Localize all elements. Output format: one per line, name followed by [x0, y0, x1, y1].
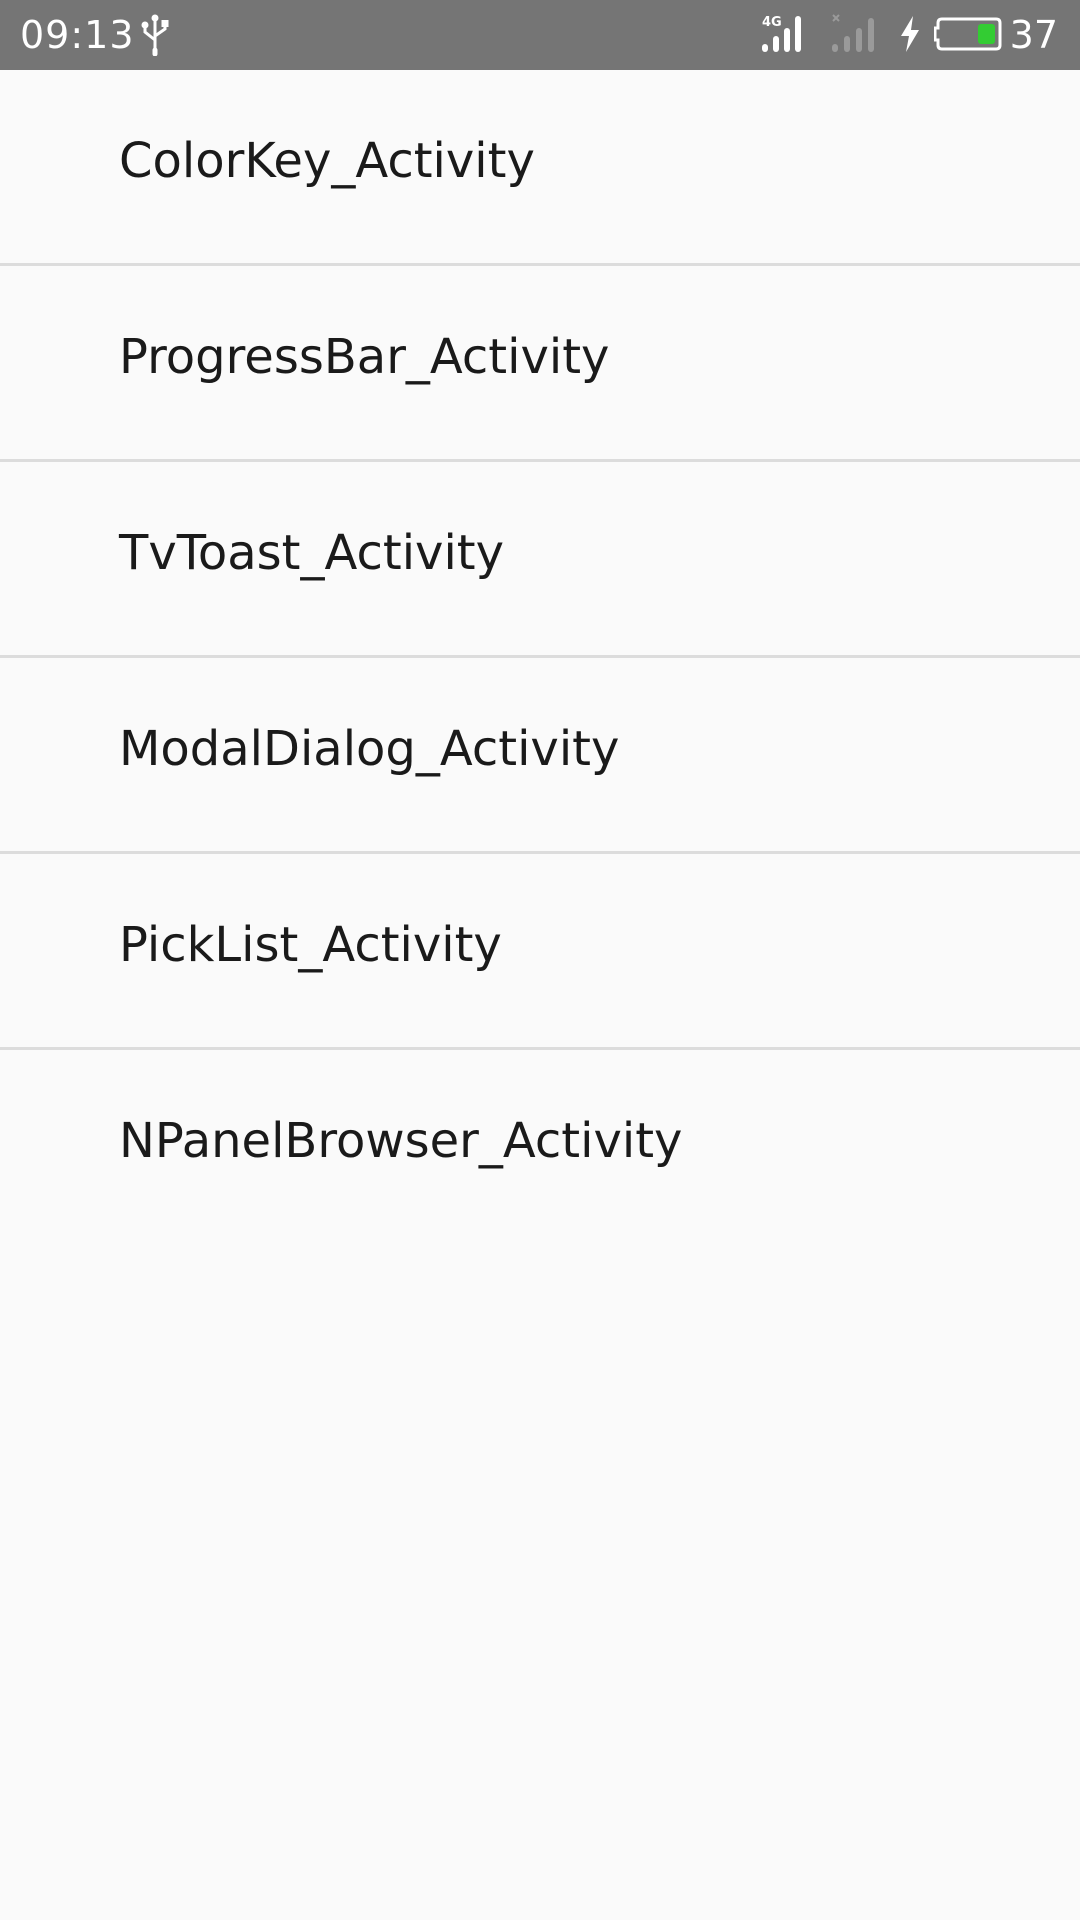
activity-list: ColorKey_Activity ProgressBar_Activity T…: [0, 70, 1080, 1243]
charging-bolt-icon: [901, 16, 919, 52]
battery-level-text: 37: [1009, 13, 1058, 57]
list-item-label: PickList_Activity: [119, 917, 502, 973]
list-item-npanelbrowser-activity[interactable]: NPanelBrowser_Activity: [0, 1050, 1080, 1243]
signal-no-sim-icon: [832, 14, 874, 52]
list-item-picklist-activity[interactable]: PickList_Activity: [0, 854, 1080, 1050]
list-item-label: ColorKey_Activity: [119, 133, 535, 189]
list-item-label: TvToast_Activity: [119, 525, 505, 581]
status-bar: 09:13 4G 37: [0, 0, 1080, 70]
list-item-label: NPanelBrowser_Activity: [119, 1113, 683, 1169]
svg-text:4G: 4G: [762, 15, 782, 30]
battery-icon: [934, 17, 1002, 51]
usb-icon: [141, 14, 169, 56]
list-item-label: ModalDialog_Activity: [119, 721, 620, 777]
list-item-colorkey-activity[interactable]: ColorKey_Activity: [0, 70, 1080, 266]
signal-4g-icon: 4G: [762, 15, 801, 52]
list-item-progressbar-activity[interactable]: ProgressBar_Activity: [0, 266, 1080, 462]
list-item-modaldialog-activity[interactable]: ModalDialog_Activity: [0, 658, 1080, 854]
list-item-tvtoast-activity[interactable]: TvToast_Activity: [0, 462, 1080, 658]
status-time: 09:13: [20, 13, 135, 57]
list-item-label: ProgressBar_Activity: [119, 329, 610, 385]
